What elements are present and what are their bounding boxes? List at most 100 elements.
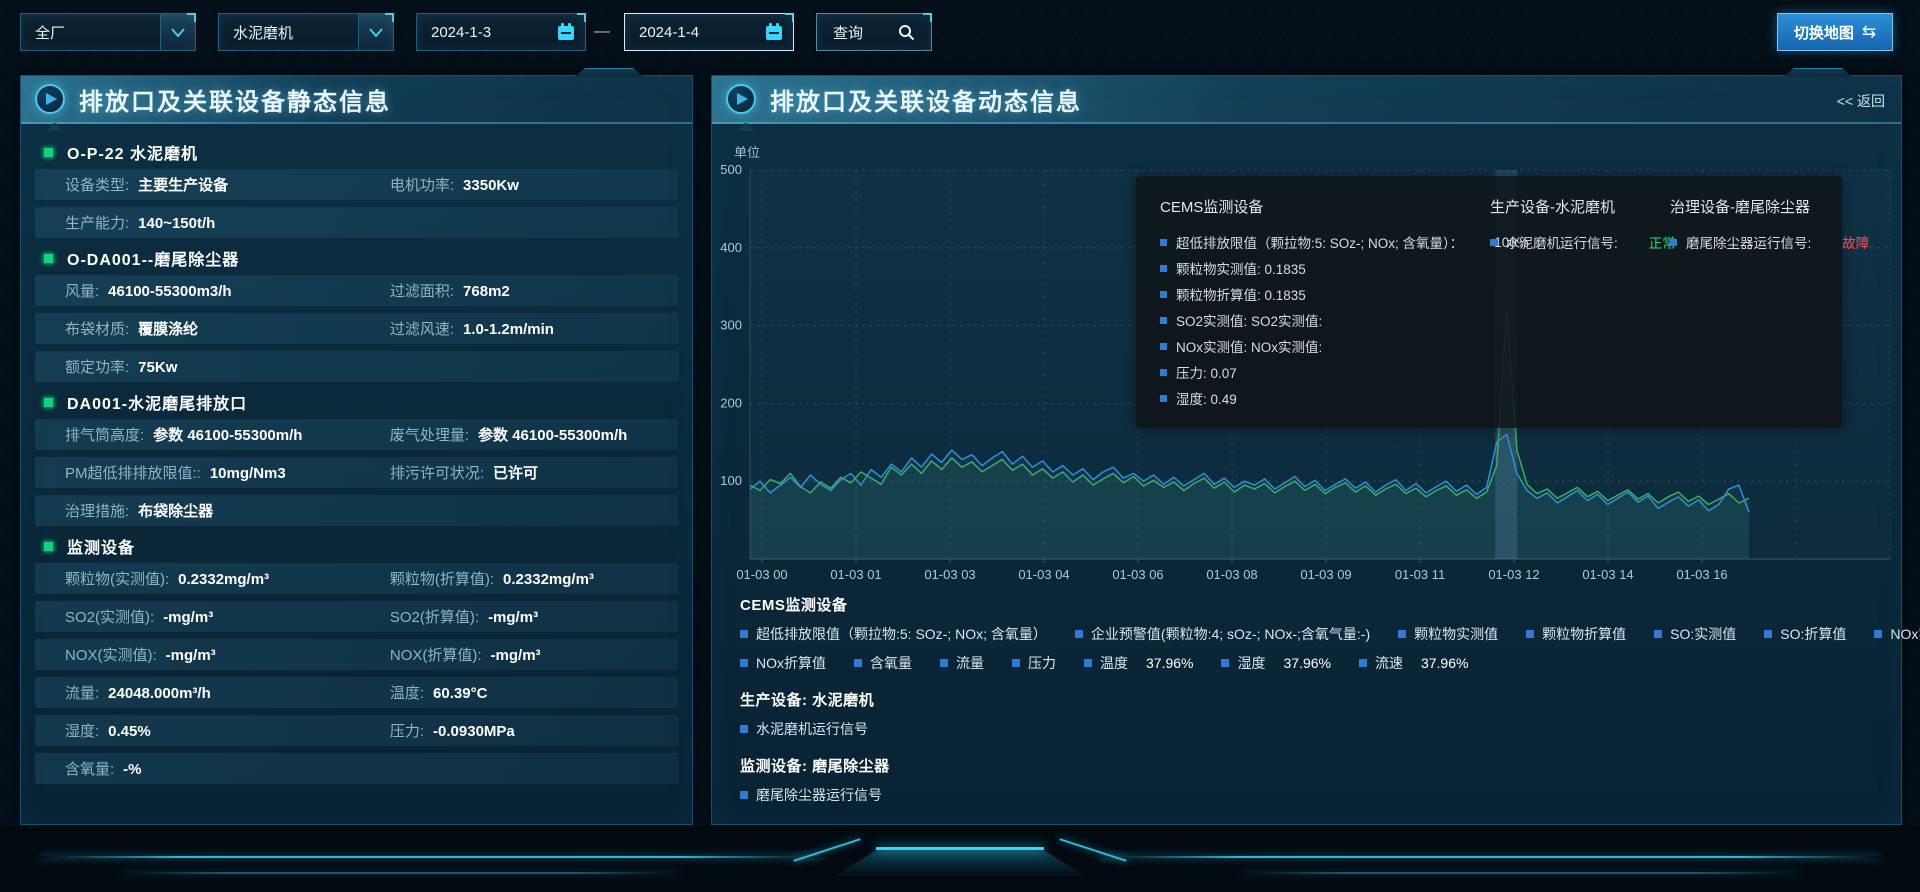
legend-item[interactable]: NOx实测值 — [1874, 624, 1920, 644]
plant-select[interactable]: 全厂 — [20, 13, 196, 51]
svg-text:01-03 08: 01-03 08 — [1206, 567, 1257, 582]
calendar-icon[interactable] — [555, 21, 577, 43]
info-row: 生产能力:140~150t/h — [35, 207, 678, 238]
legend-item[interactable]: 温度37.96% — [1084, 653, 1193, 673]
legend-item[interactable]: NOx折算值 — [740, 653, 826, 673]
deco-center-shape — [876, 847, 1044, 850]
static-info-list: O-P-22 水泥磨机设备类型:主要生产设备电机功率:3350Kw生产能力:14… — [21, 124, 692, 784]
legend-item[interactable]: 颗粒物实测值 — [1398, 624, 1498, 644]
field-value: -0.0930MPa — [433, 723, 515, 740]
info-field: 生产能力:140~150t/h — [65, 212, 390, 233]
section-title: DA001-水泥磨尾排放口 — [67, 390, 247, 414]
svg-text:01-03 04: 01-03 04 — [1018, 567, 1069, 582]
info-field: 废气处理量:参数 46100-55300m/h — [390, 424, 678, 445]
legend-label: 含氧量 — [870, 653, 912, 673]
legend-row: 水泥磨机运行信号 — [740, 719, 1877, 739]
info-field: PM超低排排放限值::10mg/Nm3 — [65, 462, 390, 483]
field-value: 参数 46100-55300m/h — [478, 424, 627, 445]
info-row: 设备类型:主要生产设备电机功率:3350Kw — [35, 169, 678, 200]
field-label: PM超低排排放限值:: — [65, 462, 201, 483]
bottom-decoration — [0, 826, 1920, 892]
end-date-input[interactable]: 2024-1-4 — [624, 13, 794, 51]
legend-bullet-icon — [1654, 630, 1662, 638]
legend-item[interactable]: SO:实测值 — [1654, 624, 1736, 644]
field-value: -mg/m³ — [491, 647, 541, 664]
field-value: 10mg/Nm3 — [210, 465, 286, 482]
info-row: PM超低排排放限值::10mg/Nm3排污许可状况:已许可 — [35, 457, 678, 488]
start-date-input[interactable]: 2024-1-3 — [416, 13, 586, 51]
back-button[interactable]: << 返回 — [1837, 91, 1885, 111]
legend-bullet-icon — [740, 659, 748, 667]
legend-label: 温度 — [1100, 653, 1128, 673]
chart-canvas[interactable]: 10020030040050001-03 0001-03 0101-03 030… — [712, 122, 1902, 602]
legend-value: 37.96% — [1421, 655, 1468, 671]
dynamic-panel-header: 排放口及关联设备动态信息 << 返回 — [712, 76, 1901, 124]
legend-item[interactable]: 水泥磨机运行信号 — [740, 719, 868, 739]
info-field: 设备类型:主要生产设备 — [65, 174, 390, 195]
legend-item[interactable]: 磨尾除尘器运行信号 — [740, 785, 882, 805]
legend-item[interactable]: 湿度37.96% — [1221, 653, 1330, 673]
svg-text:01-03 14: 01-03 14 — [1582, 567, 1633, 582]
info-field: NOX(实测值):-mg/m³ — [65, 644, 390, 665]
line-chart[interactable]: 单位 10020030040050001-03 0001-03 0101-03 … — [712, 122, 1903, 602]
section-header: O-DA001--磨尾除尘器 — [43, 245, 678, 271]
field-label: 颗粒物(折算值): — [390, 568, 494, 589]
legend-group-header: CEMS监测设备 — [740, 594, 1877, 615]
legend-bullet-icon — [740, 791, 748, 799]
legend-label: 颗粒物实测值 — [1414, 624, 1498, 644]
field-value: 0.45% — [108, 723, 151, 740]
dynamic-info-panel: 排放口及关联设备动态信息 << 返回 单位 10020030040050001-… — [711, 75, 1902, 825]
info-field: 温度:60.39°C — [390, 682, 678, 703]
field-label: 排气筒高度: — [65, 424, 144, 445]
field-label: 风量: — [65, 280, 99, 301]
legend-item[interactable]: 颗粒物折算值 — [1526, 624, 1626, 644]
field-label: 设备类型: — [65, 174, 129, 195]
legend-label: SO:实测值 — [1670, 624, 1736, 644]
topbar: 全厂 水泥磨机 2024-1-3 — 2024-1-4 查询 — [0, 0, 1920, 64]
calendar-icon[interactable] — [763, 21, 785, 43]
legend-bullet-icon — [1075, 630, 1083, 638]
info-field: 过滤面积:768m2 — [390, 280, 678, 301]
legend-row: NOx折算值含氧量流量压力温度37.96%湿度37.96%流速37.96% — [740, 653, 1877, 673]
legend-label: 压力 — [1028, 653, 1056, 673]
legend-item[interactable]: 流速37.96% — [1359, 653, 1468, 673]
svg-text:400: 400 — [720, 240, 742, 255]
play-icon — [726, 84, 756, 114]
legend-item[interactable]: SO:折算值 — [1764, 624, 1846, 644]
field-value: 140~150t/h — [138, 215, 215, 232]
field-value: -mg/m³ — [488, 609, 538, 626]
field-label: 治理措施: — [65, 500, 129, 521]
deco-line — [1059, 838, 1126, 862]
info-field: SO2(实测值):-mg/m³ — [65, 606, 390, 627]
legend-item[interactable]: 流量 — [940, 653, 984, 673]
svg-text:200: 200 — [720, 395, 742, 410]
legend-label: NOx实测值 — [1890, 624, 1920, 644]
device-select[interactable]: 水泥磨机 — [218, 13, 394, 51]
legend-row: 超低排放限值（颗拉物:5: SOz-; NOx; 含氧量） 企业预警值(颗粒物:4… — [740, 624, 1877, 644]
chart-legend: CEMS监测设备超低排放限值（颗拉物:5: SOz-; NOx; 含氧量） 企业预… — [740, 594, 1877, 814]
switch-map-button[interactable]: 切换地图 ⇆ — [1777, 13, 1893, 51]
legend-item[interactable]: 压力 — [1012, 653, 1056, 673]
legend-row: 磨尾除尘器运行信号 — [740, 785, 1877, 805]
svg-text:300: 300 — [720, 318, 742, 333]
info-field: 流量:24048.000m³/h — [65, 682, 390, 703]
legend-bullet-icon — [1012, 659, 1020, 667]
info-field: 压力:-0.0930MPa — [390, 720, 678, 741]
legend-item[interactable]: 含氧量 — [854, 653, 912, 673]
chevron-down-icon[interactable] — [358, 14, 393, 50]
field-value: -mg/m³ — [166, 647, 216, 664]
page-title-static: 排放口及关联设备静态信息 — [79, 82, 391, 117]
info-field: 颗粒物(实测值):0.2332mg/m³ — [65, 568, 390, 589]
field-value: -mg/m³ — [163, 609, 213, 626]
search-button[interactable]: 查询 — [816, 13, 932, 51]
green-square-icon — [43, 397, 54, 408]
info-row: NOX(实测值):-mg/m³NOX(折算值):-mg/m³ — [35, 639, 678, 670]
info-field: 额定功率:75Kw — [65, 356, 390, 377]
chevron-down-icon[interactable] — [160, 14, 195, 50]
legend-item[interactable]: 超低排放限值（颗拉物:5: SOz-; NOx; 含氧量） — [740, 624, 1047, 644]
date-range-separator: — — [594, 13, 610, 51]
deco-line — [40, 856, 820, 858]
svg-text:500: 500 — [720, 162, 742, 177]
legend-item[interactable]: 企业预警值(颗粒物:4; sOz-; NOx-;含氧气量:-) — [1075, 624, 1370, 644]
legend-group-header: 监测设备: 磨尾除尘器 — [740, 755, 1877, 776]
